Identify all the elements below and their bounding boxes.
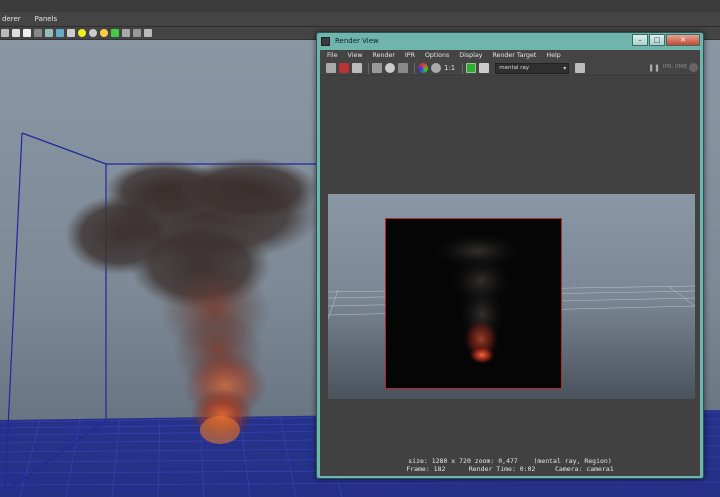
viewport-menu-bar: derer Panels xyxy=(0,12,720,27)
rgb-channels-icon[interactable] xyxy=(418,63,428,73)
shaded-icon[interactable] xyxy=(45,29,53,37)
close-button[interactable]: ✕ xyxy=(666,34,700,46)
render-region-icon[interactable] xyxy=(339,63,349,73)
ipr-memory-label: IPR: 0MB xyxy=(662,64,687,70)
text-icon[interactable] xyxy=(23,29,31,37)
menu-file[interactable]: File xyxy=(327,52,338,59)
render-region[interactable] xyxy=(385,218,562,389)
render-view-window[interactable]: Render View – □ ✕ File View Render IPR O… xyxy=(316,32,704,479)
log-icon[interactable] xyxy=(479,63,490,73)
render-view-body: File View Render IPR Options Display Ren… xyxy=(320,50,700,476)
camera-icon[interactable] xyxy=(1,29,9,37)
renderer-dropdown[interactable]: mental ray ▾ xyxy=(495,62,570,74)
rendered-image[interactable]: · xyxy=(328,194,695,399)
checker-icon[interactable] xyxy=(67,29,75,37)
isolate-icon[interactable] xyxy=(111,29,119,37)
menu-options[interactable]: Options xyxy=(425,52,449,59)
bulb-icon[interactable] xyxy=(100,29,108,37)
render-info-size: size: 1280 x 720 zoom: 0,477 (mental ray… xyxy=(408,457,612,465)
maximize-button[interactable]: □ xyxy=(649,34,665,46)
menu-display[interactable]: Display xyxy=(459,52,482,59)
chevron-down-icon: ▾ xyxy=(563,64,567,72)
textured-icon[interactable] xyxy=(56,29,64,37)
ipr-status-indicator xyxy=(689,63,698,72)
joint-icon[interactable] xyxy=(144,29,152,37)
menu-render[interactable]: Render xyxy=(373,52,395,59)
render-view-menu-bar: File View Render IPR Options Display Ren… xyxy=(320,50,700,61)
svg-text:·: · xyxy=(332,388,334,394)
xray-icon[interactable] xyxy=(133,29,141,37)
snapshot-icon[interactable] xyxy=(352,63,362,73)
toolbar-separator xyxy=(462,62,464,74)
minimize-button[interactable]: – xyxy=(632,34,648,46)
render-canvas[interactable]: · size: 1280 x 720 zoom: 0,477 (mental r… xyxy=(320,77,700,476)
toolbar-separator xyxy=(414,62,415,74)
desktop: derer Panels Render View – □ ✕ File View… xyxy=(0,0,720,497)
hand-icon[interactable] xyxy=(575,63,586,73)
menu-panels[interactable]: Panels xyxy=(35,15,58,23)
render-view-titlebar[interactable]: Render View – □ ✕ xyxy=(317,33,703,49)
refresh-icon[interactable] xyxy=(385,63,395,73)
display-real-size-icon[interactable] xyxy=(466,63,477,73)
ratio-label[interactable]: 1:1 xyxy=(444,64,455,72)
ipr-render-icon[interactable] xyxy=(372,63,382,73)
maya-title-strip xyxy=(0,0,720,12)
smoke-plume xyxy=(65,158,320,444)
toolbar-separator xyxy=(368,62,369,74)
menu-ipr[interactable]: IPR xyxy=(405,52,415,59)
light-icon[interactable] xyxy=(78,29,86,37)
cube-icon[interactable] xyxy=(122,29,130,37)
alpha-channel-icon[interactable] xyxy=(431,63,441,73)
render-info-frame: Frame: 182 Render Time: 0:02 Camera: cam… xyxy=(406,465,614,473)
menu-renderer[interactable]: derer xyxy=(2,15,21,23)
menu-view[interactable]: View xyxy=(348,52,363,59)
menu-render-target[interactable]: Render Target xyxy=(492,52,536,59)
keep-image-icon[interactable] xyxy=(398,63,408,73)
maya-app-icon xyxy=(321,36,330,46)
window-title: Render View xyxy=(335,37,379,45)
window-controls: – □ ✕ xyxy=(631,34,700,46)
render-view-toolbar: 1:1 mental ray ▾ ❚❚ IPR: 0MB xyxy=(320,61,700,76)
grid-icon[interactable] xyxy=(12,29,20,37)
renderer-value: mental ray xyxy=(499,65,530,71)
wireframe-icon[interactable] xyxy=(34,29,42,37)
redo-render-icon[interactable] xyxy=(326,63,336,73)
sphere-icon[interactable] xyxy=(89,29,97,37)
menu-help[interactable]: Help xyxy=(546,52,560,59)
region-render xyxy=(433,233,523,364)
pause-icon[interactable]: ❚❚ xyxy=(648,64,660,72)
